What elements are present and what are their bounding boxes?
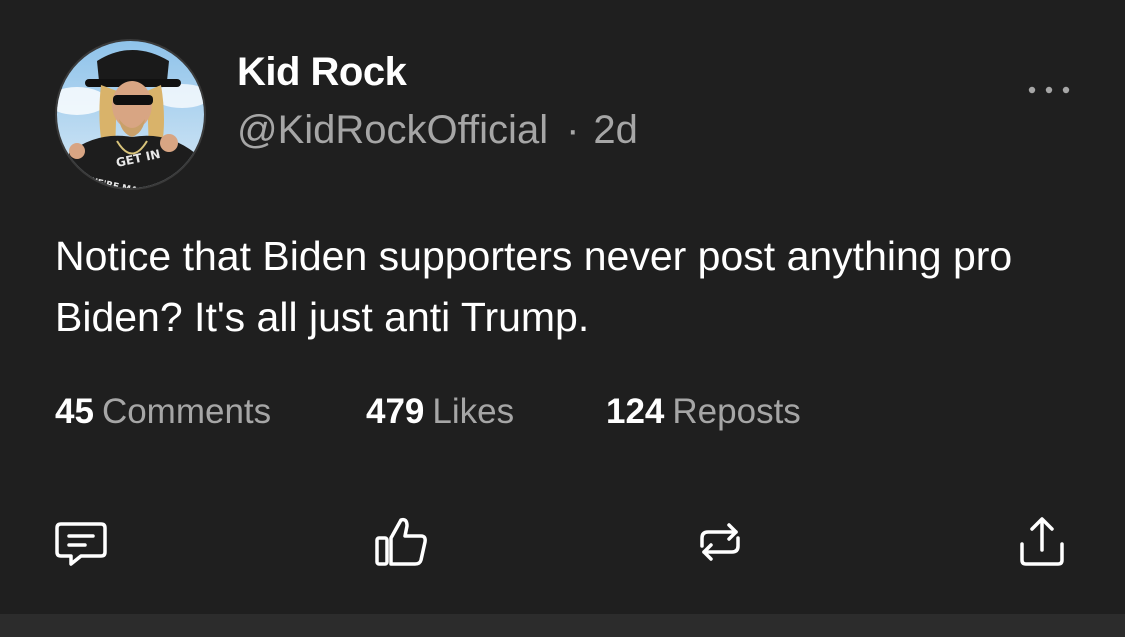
reposts-stat[interactable]: 124 Reposts — [606, 392, 801, 432]
timestamp[interactable]: 2d — [593, 108, 638, 152]
repost-icon[interactable] — [688, 510, 752, 574]
more-horizontal-icon[interactable] — [1024, 80, 1074, 100]
comment-icon[interactable] — [49, 510, 113, 574]
comments-stat[interactable]: 45 Comments — [55, 392, 271, 432]
reposts-label: Reposts — [672, 392, 801, 431]
post-text: Notice that Biden supporters never post … — [55, 233, 1013, 340]
separator-dot: · — [566, 108, 580, 152]
reposts-count: 124 — [606, 392, 665, 431]
thumbs-up-icon[interactable] — [369, 510, 433, 574]
comments-label: Comments — [101, 392, 272, 431]
handle[interactable]: @KidRockOfficial — [237, 108, 548, 152]
likes-stat[interactable]: 479 Likes — [366, 392, 514, 432]
bottom-divider — [0, 614, 1125, 637]
likes-count: 479 — [366, 392, 425, 431]
comments-count: 45 — [55, 392, 94, 431]
likes-label: Likes — [432, 392, 515, 431]
post-card: GET IN WE'RE MAKING Kid Rock @KidRockOff… — [0, 0, 1125, 614]
display-name[interactable]: Kid Rock — [237, 50, 407, 95]
avatar-image: GET IN WE'RE MAKING — [57, 41, 204, 188]
share-icon[interactable] — [1010, 510, 1074, 574]
handle-row: @KidRockOfficial · 2d — [237, 108, 638, 153]
avatar[interactable]: GET IN WE'RE MAKING — [55, 39, 206, 190]
